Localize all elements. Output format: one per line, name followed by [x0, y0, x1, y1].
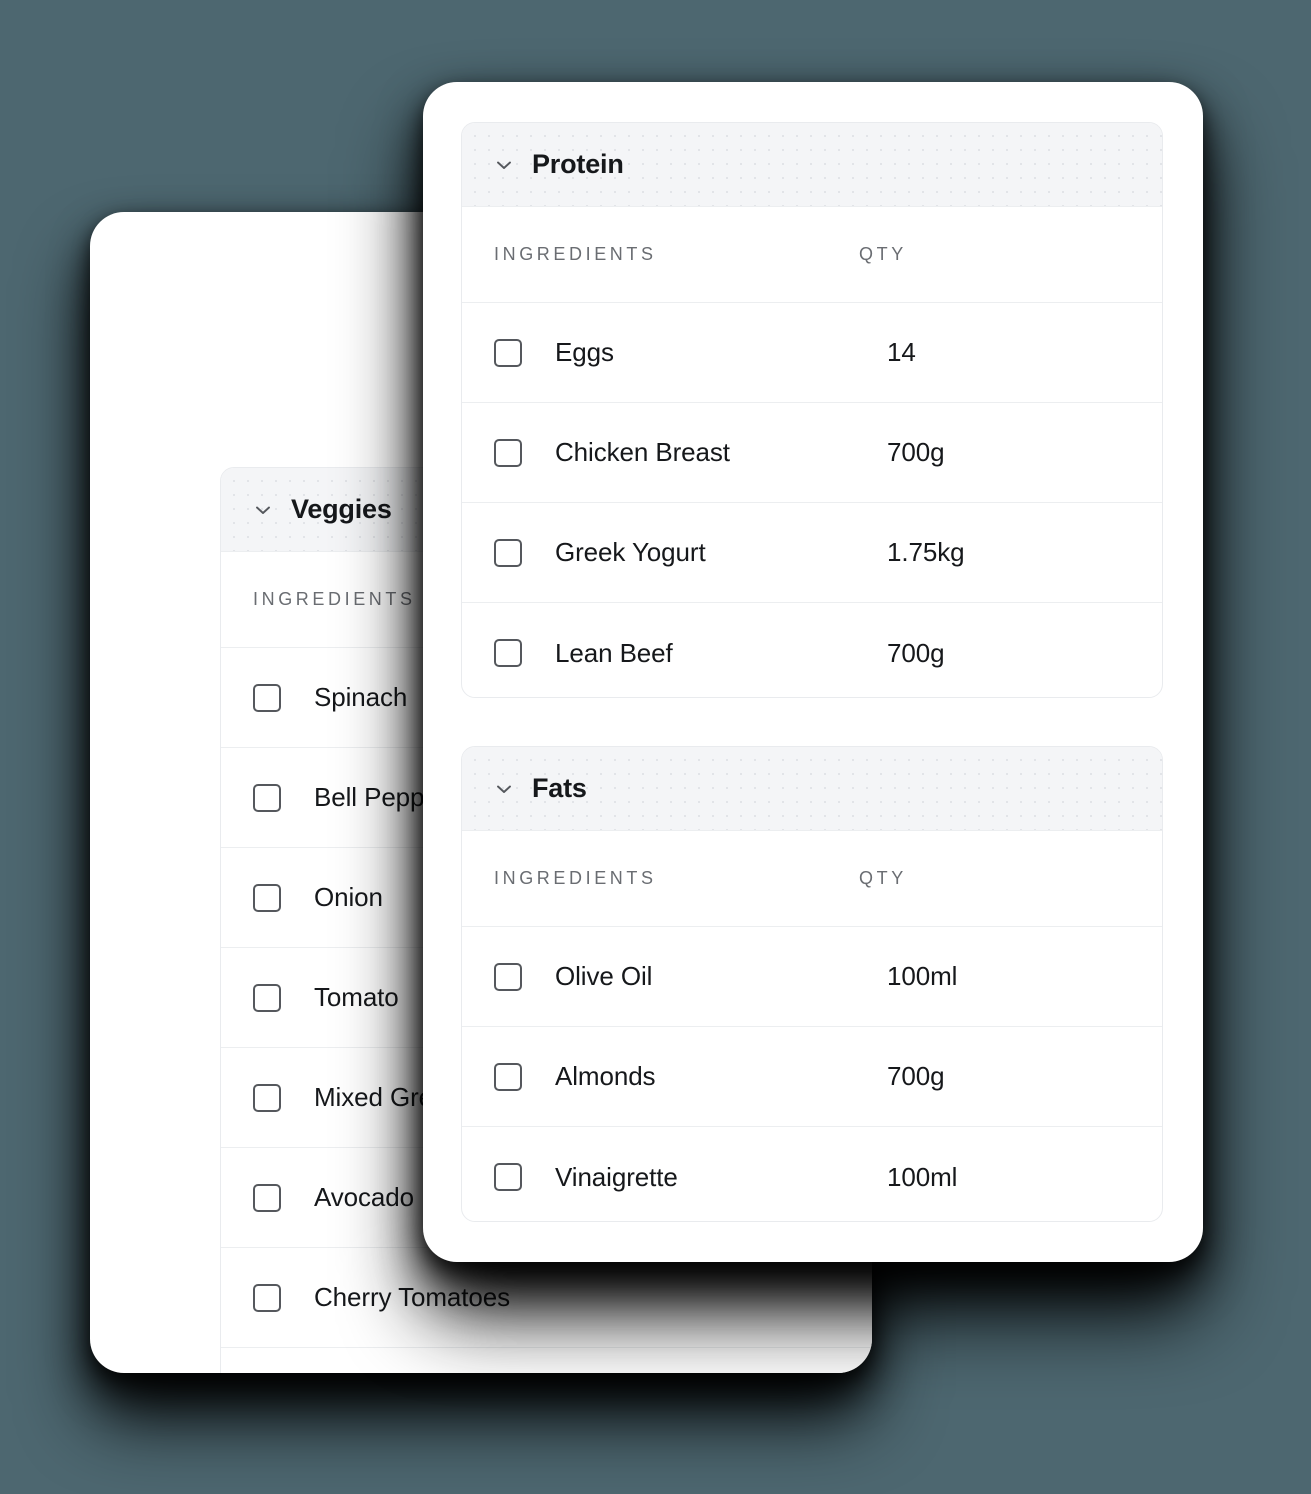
row-checkbox[interactable] — [253, 883, 281, 912]
row-ingredient-name: Lean Beef — [555, 637, 673, 668]
table-row[interactable]: Lean Beef 700g — [462, 603, 1162, 697]
chevron-down-icon — [256, 506, 270, 514]
row-ingredient-name: Cherry Tomatoes — [314, 1282, 510, 1312]
row-ingredient-name: Vinaigrette — [555, 1161, 678, 1192]
row-checkbox[interactable] — [494, 338, 522, 367]
row-checkbox[interactable] — [253, 1283, 281, 1312]
row-quantity: 1.75kg — [887, 537, 965, 567]
row-quantity: 700g — [887, 437, 945, 467]
row-quantity: 100ml — [887, 961, 958, 991]
protein-fats-panel: Protein INGREDIENTS QTY Eggs 14 Chicken … — [423, 82, 1203, 1262]
row-checkbox[interactable] — [494, 962, 522, 991]
group-title: Fats — [532, 773, 587, 803]
column-headers-protein: INGREDIENTS QTY — [462, 207, 1162, 303]
chevron-down-icon — [497, 785, 511, 793]
row-checkbox[interactable] — [253, 683, 281, 712]
row-ingredient-name: Almonds — [555, 1061, 656, 1091]
table-row[interactable]: Cherry Tomatoes — [221, 1248, 872, 1348]
table-row[interactable]: Broccoli — [221, 1348, 872, 1373]
row-checkbox[interactable] — [494, 1163, 522, 1191]
row-quantity: 14 — [887, 337, 916, 367]
row-quantity: 700g — [887, 637, 945, 668]
table-row[interactable]: Eggs 14 — [462, 303, 1162, 403]
row-checkbox[interactable] — [494, 438, 522, 467]
row-checkbox[interactable] — [253, 783, 281, 812]
table-row[interactable]: Greek Yogurt 1.75kg — [462, 503, 1162, 603]
column-headers-fats: INGREDIENTS QTY — [462, 831, 1162, 927]
table-row[interactable]: Almonds 700g — [462, 1027, 1162, 1127]
row-checkbox[interactable] — [494, 538, 522, 567]
row-checkbox[interactable] — [494, 1062, 522, 1091]
group-card-fats: Fats INGREDIENTS QTY Olive Oil 100ml Alm… — [461, 746, 1163, 1222]
chevron-down-icon — [497, 161, 511, 169]
row-checkbox[interactable] — [253, 1183, 281, 1212]
row-quantity: 100ml — [887, 1161, 958, 1192]
table-row[interactable]: Vinaigrette 100ml — [462, 1127, 1162, 1221]
row-ingredient-name: Olive Oil — [555, 961, 653, 991]
row-quantity: 700g — [887, 1061, 945, 1091]
row-checkbox[interactable] — [494, 639, 522, 667]
screenshot-stage: Veggies INGREDIENTS QTY Spinach Bell Pep… — [0, 0, 1311, 1494]
row-checkbox[interactable] — [253, 1083, 281, 1112]
row-ingredient-name: Eggs — [555, 337, 614, 367]
group-card-protein: Protein INGREDIENTS QTY Eggs 14 Chicken … — [461, 122, 1163, 698]
row-ingredient-name: Greek Yogurt — [555, 537, 706, 567]
table-row[interactable]: Chicken Breast 700g — [462, 403, 1162, 503]
column-header-ingredients: INGREDIENTS — [494, 868, 657, 888]
group-title: Protein — [532, 149, 624, 179]
column-header-qty: QTY — [859, 868, 907, 888]
row-ingredient-name: Chicken Breast — [555, 437, 730, 467]
group-header-protein[interactable]: Protein — [462, 123, 1162, 207]
table-row[interactable]: Olive Oil 100ml — [462, 927, 1162, 1027]
group-title: Veggies — [291, 494, 392, 524]
group-header-fats[interactable]: Fats — [462, 747, 1162, 831]
column-header-qty: QTY — [859, 244, 907, 264]
column-header-ingredients: INGREDIENTS — [494, 244, 657, 264]
row-checkbox[interactable] — [253, 983, 281, 1012]
